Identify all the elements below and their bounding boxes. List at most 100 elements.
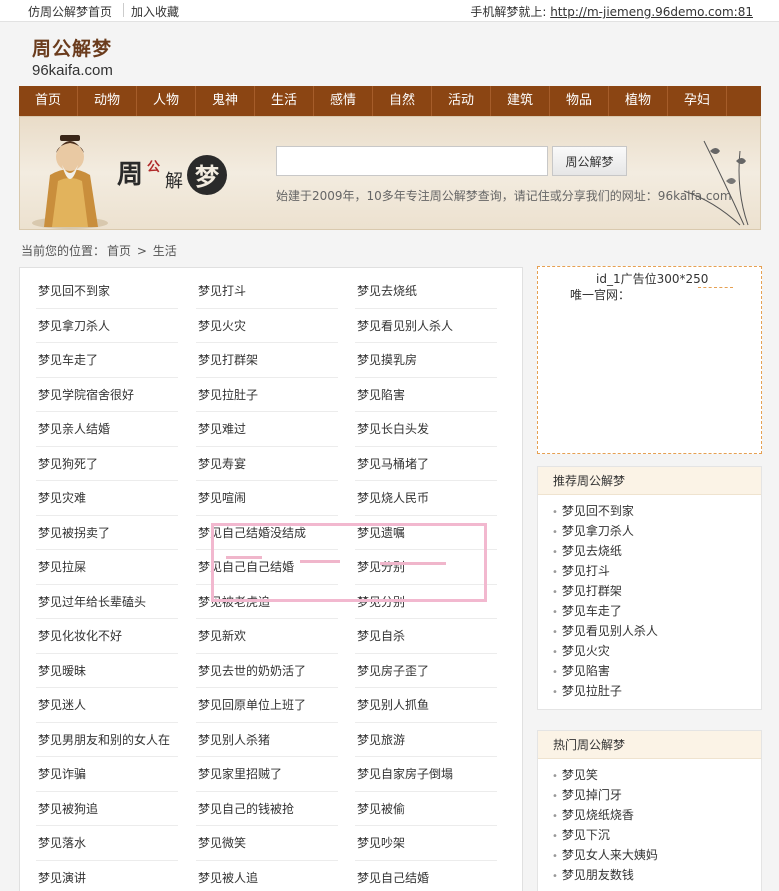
nav-item[interactable]: 植物 — [609, 86, 668, 116]
list-item[interactable]: • 梦见陷害 — [552, 661, 761, 681]
dream-link[interactable]: 梦见被偷 — [355, 792, 497, 826]
dream-link[interactable]: 梦见拉屎 — [36, 550, 178, 585]
add-favorite-link[interactable]: 加入收藏 — [131, 3, 179, 20]
dream-link[interactable]: 梦见别人抓鱼 — [355, 688, 497, 723]
nav-item[interactable]: 孕妇 — [668, 86, 727, 116]
dream-link[interactable]: 梦见新欢 — [196, 619, 338, 654]
dream-link[interactable]: 梦见火灾 — [196, 309, 338, 343]
dream-link[interactable]: 梦见亲人结婚 — [36, 412, 178, 447]
mobile-url-link[interactable]: http://m-jiemeng.96demo.com:81 — [550, 5, 753, 19]
nav-item[interactable]: 物品 — [550, 86, 609, 116]
list-item[interactable]: • 梦见掉门牙 — [552, 785, 761, 805]
dream-link[interactable]: 梦见别人杀猪 — [196, 723, 338, 757]
list-item-label[interactable]: 梦见下沉 — [562, 828, 610, 842]
dream-link[interactable]: 梦见打群架 — [196, 343, 338, 378]
list-item-label[interactable]: 梦见看见别人杀人 — [562, 624, 658, 638]
list-item-label[interactable]: 梦见女人来大姨妈 — [562, 848, 658, 862]
list-item-label[interactable]: 梦见陷害 — [562, 664, 610, 678]
list-item-label[interactable]: 梦见打斗 — [562, 564, 610, 578]
list-item-label[interactable]: 梦见烧纸烧香 — [562, 808, 634, 822]
list-item[interactable]: • 梦见看见别人杀人 — [552, 621, 761, 641]
dream-link[interactable]: 梦见陷害 — [355, 378, 497, 412]
list-item-label[interactable]: 梦见回不到家 — [562, 504, 634, 518]
dream-link[interactable]: 梦见狗死了 — [36, 447, 178, 481]
dream-link[interactable]: 梦见旅游 — [355, 723, 497, 757]
list-item-label[interactable]: 梦见掉门牙 — [562, 788, 622, 802]
list-item-label[interactable]: 梦见打群架 — [562, 584, 622, 598]
dream-link[interactable]: 梦见被老虎追 — [196, 585, 338, 619]
list-item[interactable]: • 梦见下沉 — [552, 825, 761, 845]
dream-link[interactable]: 梦见打斗 — [196, 274, 338, 309]
nav-item[interactable]: 动物 — [78, 86, 137, 116]
list-item-label[interactable]: 梦见朋友数钱 — [562, 868, 634, 882]
dream-link[interactable]: 梦见自己的钱被抢 — [196, 792, 338, 826]
dream-link[interactable]: 梦见微笑 — [196, 826, 338, 861]
dream-link[interactable]: 梦见男朋友和别的女人在 — [36, 723, 178, 757]
dream-link[interactable]: 梦见寿宴 — [196, 447, 338, 481]
list-item-label[interactable]: 梦见拿刀杀人 — [562, 524, 634, 538]
dream-link[interactable]: 梦见被狗追 — [36, 792, 178, 826]
nav-item[interactable]: 自然 — [373, 86, 432, 116]
dream-link[interactable]: 梦见难过 — [196, 412, 338, 447]
search-input[interactable] — [276, 146, 548, 176]
dream-link[interactable]: 梦见去烧纸 — [355, 274, 497, 309]
nav-item[interactable]: 鬼神 — [196, 86, 255, 116]
dream-link[interactable]: 梦见家里招贼了 — [196, 757, 338, 792]
list-item[interactable]: • 梦见拿刀杀人 — [552, 521, 761, 541]
dream-link[interactable]: 梦见房子歪了 — [355, 654, 497, 688]
dream-link[interactable]: 梦见暧昧 — [36, 654, 178, 688]
list-item[interactable]: • 梦见火灾 — [552, 641, 761, 661]
dream-link[interactable]: 梦见灾难 — [36, 481, 178, 516]
dream-link[interactable]: 梦见马桶堵了 — [355, 447, 497, 481]
breadcrumb-current[interactable]: 生活 — [153, 244, 177, 258]
dream-link[interactable]: 梦见拿刀杀人 — [36, 309, 178, 343]
list-item-label[interactable]: 梦见笑 — [562, 768, 598, 782]
nav-item[interactable]: 人物 — [137, 86, 196, 116]
dream-link[interactable]: 梦见化妆化不好 — [36, 619, 178, 654]
dream-link[interactable]: 梦见回不到家 — [36, 274, 178, 309]
dream-link[interactable]: 梦见摸乳房 — [355, 343, 497, 378]
dream-link[interactable]: 梦见自家房子倒塌 — [355, 757, 497, 792]
nav-item[interactable]: 生活 — [255, 86, 314, 116]
dream-link[interactable]: 梦见去世的奶奶活了 — [196, 654, 338, 688]
dream-link[interactable]: 梦见迷人 — [36, 688, 178, 723]
dream-link[interactable]: 梦见分别 — [355, 550, 497, 585]
list-item-label[interactable]: 梦见火灾 — [562, 644, 610, 658]
list-item-label[interactable]: 梦见去烧纸 — [562, 544, 622, 558]
search-button[interactable]: 周公解梦 — [552, 146, 627, 176]
list-item-label[interactable]: 梦见车走了 — [562, 604, 622, 618]
list-item[interactable]: • 梦见烧纸烧香 — [552, 805, 761, 825]
list-item[interactable]: • 梦见朋友数钱 — [552, 865, 761, 885]
nav-item[interactable]: 感情 — [314, 86, 373, 116]
list-item[interactable]: • 梦见笑 — [552, 765, 761, 785]
list-item-label[interactable]: 梦见拉肚子 — [562, 684, 622, 698]
dream-link[interactable]: 梦见长白头发 — [355, 412, 497, 447]
dream-link[interactable]: 梦见看见别人杀人 — [355, 309, 497, 343]
dream-link[interactable]: 梦见被拐卖了 — [36, 516, 178, 550]
list-item[interactable]: • 梦见拉肚子 — [552, 681, 761, 701]
list-item[interactable]: • 梦见女人来大姨妈 — [552, 845, 761, 865]
breadcrumb-home[interactable]: 首页 — [107, 244, 131, 258]
site-logo[interactable]: 周公解梦 96kaifa.com — [32, 34, 113, 79]
dream-link[interactable]: 梦见自己结婚 — [355, 861, 497, 891]
dream-link[interactable]: 梦见演讲 — [36, 861, 178, 891]
dream-link[interactable]: 梦见拉肚子 — [196, 378, 338, 412]
dream-link[interactable]: 梦见自己自己结婚 — [196, 550, 338, 585]
list-item[interactable]: • 梦见去烧纸 — [552, 541, 761, 561]
list-item[interactable]: • 梦见车走了 — [552, 601, 761, 621]
list-item[interactable]: • 梦见回不到家 — [552, 501, 761, 521]
dream-link[interactable]: 梦见吵架 — [355, 826, 497, 861]
dream-link[interactable]: 梦见喧闹 — [196, 481, 338, 516]
dream-link[interactable]: 梦见遗嘱 — [355, 516, 497, 550]
dream-link[interactable]: 梦见过年给长辈磕头 — [36, 585, 178, 619]
dream-link[interactable]: 梦见车走了 — [36, 343, 178, 378]
ad-slot[interactable]: id_1广告位300*250 唯一官网： — [537, 266, 762, 454]
dream-link[interactable]: 梦见学院宿舍很好 — [36, 378, 178, 412]
dream-link[interactable]: 梦见自己结婚没结成 — [196, 516, 338, 550]
dream-link[interactable]: 梦见自杀 — [355, 619, 497, 654]
dream-link[interactable]: 梦见诈骗 — [36, 757, 178, 792]
nav-item[interactable]: 建筑 — [491, 86, 550, 116]
dream-link[interactable]: 梦见落水 — [36, 826, 178, 861]
nav-item[interactable]: 活动 — [432, 86, 491, 116]
dream-link[interactable]: 梦见分别 — [355, 585, 497, 619]
